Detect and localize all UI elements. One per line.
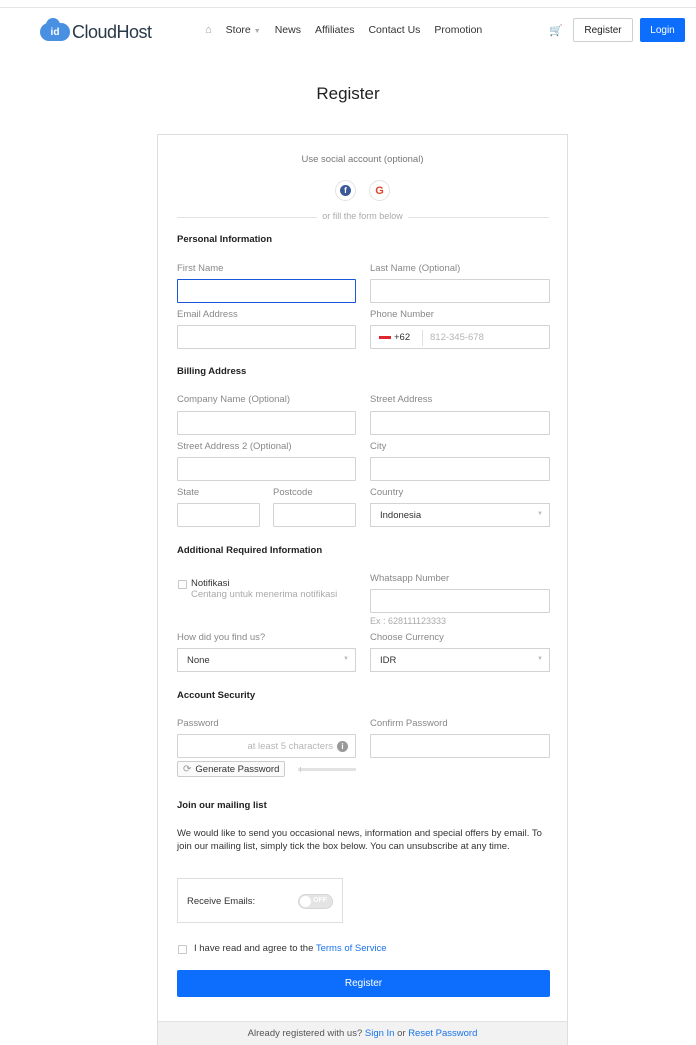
- form-footer: Already registered with us? Sign In or R…: [158, 1021, 567, 1045]
- section-additional: Additional Required Information: [177, 545, 323, 556]
- section-personal: Personal Information: [177, 234, 273, 245]
- currency-value: IDR: [380, 654, 397, 666]
- refresh-icon: ⟳: [183, 763, 192, 775]
- phone-code: +62: [394, 332, 411, 343]
- facebook-icon: f: [340, 185, 351, 196]
- nav-contact[interactable]: Contact Us: [368, 24, 420, 36]
- state-label: State: [177, 487, 200, 498]
- first-name-label: First Name: [177, 263, 224, 274]
- strength-tick: [300, 767, 301, 772]
- section-mailing: Join our mailing list: [177, 800, 267, 811]
- nav-news[interactable]: News: [275, 24, 301, 36]
- nav-store[interactable]: Store ▼: [226, 24, 261, 36]
- divider-text: or fill the form below: [158, 211, 567, 222]
- password-input[interactable]: at least 5 characters i: [177, 734, 356, 758]
- password-strength-bar: [298, 767, 356, 772]
- google-login-button[interactable]: G: [369, 180, 390, 201]
- country-select[interactable]: Indonesia ▼: [370, 503, 550, 527]
- whatsapp-hint: Ex : 628111123333: [370, 616, 447, 626]
- section-security: Account Security: [177, 690, 256, 701]
- postcode-label: Postcode: [273, 487, 313, 498]
- login-button[interactable]: Login: [640, 18, 685, 42]
- street2-label: Street Address 2 (Optional): [177, 441, 292, 452]
- register-form: Use social account (optional) f G or fil…: [157, 134, 568, 1045]
- logo-text: CloudHost: [72, 21, 152, 42]
- receive-emails-box: Receive Emails: OFF: [177, 878, 343, 923]
- notif-checkbox[interactable]: [178, 580, 187, 589]
- social-title: Use social account (optional): [301, 154, 424, 165]
- password-placeholder: at least 5 characters: [247, 741, 333, 752]
- chevron-down-icon: ▼: [343, 656, 349, 662]
- chevron-down-icon: ▼: [253, 28, 261, 35]
- footer-prefix: Already registered with us?: [247, 1028, 363, 1039]
- email-label: Email Address: [177, 309, 238, 320]
- street2-input[interactable]: [177, 457, 356, 481]
- city-label: City: [370, 441, 387, 452]
- nav-promotion[interactable]: Promotion: [434, 24, 482, 36]
- toggle-knob: [300, 896, 311, 907]
- found-us-select[interactable]: None ▼: [177, 648, 356, 672]
- city-input[interactable]: [370, 457, 550, 481]
- register-nav-button[interactable]: Register: [573, 18, 633, 42]
- cart-icon[interactable]: 🛒: [549, 24, 563, 37]
- facebook-login-button[interactable]: f: [335, 180, 356, 201]
- country-value: Indonesia: [380, 509, 422, 521]
- notif-label: Notifikasi: [191, 578, 230, 589]
- phone-input[interactable]: +62 812-345-678: [370, 325, 550, 349]
- phone-label: Phone Number: [370, 309, 434, 320]
- terms-text: I have read and agree to the Terms of Se…: [194, 943, 387, 954]
- register-submit-button[interactable]: Register: [177, 970, 550, 997]
- receive-emails-toggle[interactable]: OFF: [298, 894, 333, 909]
- currency-select[interactable]: IDR ▼: [370, 648, 550, 672]
- mailing-text: We would like to send you occasional new…: [177, 828, 542, 852]
- terms-checkbox[interactable]: [178, 945, 187, 954]
- footer-or: or: [397, 1028, 406, 1039]
- confirm-password-input[interactable]: [370, 734, 550, 758]
- whatsapp-label: Whatsapp Number: [370, 573, 450, 584]
- found-us-label: How did you find us?: [177, 632, 266, 643]
- page-title: Register: [316, 84, 380, 103]
- phone-placeholder: 812-345-678: [430, 332, 484, 343]
- password-label: Password: [177, 718, 219, 729]
- country-label: Country: [370, 487, 404, 498]
- toggle-off-text: OFF: [313, 897, 327, 904]
- navbar: id CloudHost ⌂ Store ▼ News Affiliates Co…: [0, 10, 696, 50]
- generate-password-button[interactable]: ⟳ Generate Password: [177, 761, 286, 777]
- sign-in-link[interactable]: Sign In: [365, 1028, 395, 1039]
- first-name-input[interactable]: [177, 279, 356, 303]
- home-icon[interactable]: ⌂: [205, 24, 212, 36]
- logo[interactable]: id CloudHost: [40, 18, 152, 43]
- state-input[interactable]: [177, 503, 260, 527]
- receive-emails-label: Receive Emails:: [187, 896, 256, 907]
- currency-label: Choose Currency: [370, 632, 444, 643]
- phone-separator: [422, 330, 423, 346]
- info-icon[interactable]: i: [337, 741, 348, 752]
- google-icon: G: [375, 184, 384, 197]
- reset-password-link[interactable]: Reset Password: [408, 1028, 477, 1039]
- chevron-down-icon: ▼: [537, 656, 543, 662]
- terms-link[interactable]: Terms of Service: [316, 943, 387, 954]
- company-label: Company Name (Optional): [177, 394, 290, 405]
- postcode-input[interactable]: [273, 503, 356, 527]
- generate-password-label: Generate Password: [195, 763, 280, 775]
- terms-prefix: I have read and agree to the: [194, 943, 314, 954]
- main-nav: ⌂ Store ▼ News Affiliates Contact Us Prom…: [205, 24, 496, 36]
- notif-desc: Centang untuk menerima notifikasi: [191, 589, 338, 600]
- street-label: Street Address: [370, 394, 433, 405]
- email-input[interactable]: [177, 325, 356, 349]
- company-input[interactable]: [177, 411, 356, 435]
- last-name-label: Last Name (Optional): [370, 263, 461, 274]
- chevron-down-icon: ▼: [537, 511, 543, 517]
- whatsapp-input[interactable]: [370, 589, 550, 613]
- logo-badge: id: [40, 18, 70, 41]
- indonesia-flag-icon[interactable]: [379, 336, 391, 339]
- confirm-password-label: Confirm Password: [370, 718, 448, 729]
- found-us-value: None: [187, 654, 210, 666]
- nav-affiliates[interactable]: Affiliates: [315, 24, 355, 36]
- street-input[interactable]: [370, 411, 550, 435]
- top-border: [0, 0, 696, 8]
- section-billing: Billing Address: [177, 366, 247, 377]
- last-name-input[interactable]: [370, 279, 550, 303]
